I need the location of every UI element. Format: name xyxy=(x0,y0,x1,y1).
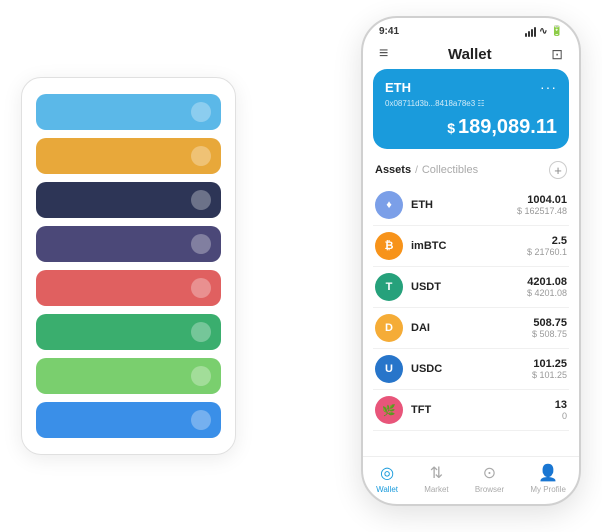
asset-amount-value: 508.75 xyxy=(532,317,567,329)
asset-row-eth[interactable]: ♦ ETH1004.01$ 162517.48 xyxy=(373,185,569,226)
asset-amount-value: 13 xyxy=(555,399,567,411)
card-item-1[interactable] xyxy=(36,138,221,174)
asset-logo-imbtc: ₿ xyxy=(375,232,403,260)
asset-amounts-eth: 1004.01$ 162517.48 xyxy=(517,194,567,216)
asset-amounts-dai: 508.75$ 508.75 xyxy=(532,317,567,339)
asset-amount-value: 2.5 xyxy=(527,235,567,247)
bottom-nav: ◎ Wallet ⇅ Market ⊙ Browser 👤 My Profile xyxy=(363,456,579,504)
asset-row-tft[interactable]: 🌿 TFT130 xyxy=(373,390,569,431)
status-time: 9:41 xyxy=(379,26,399,37)
signal-icon xyxy=(525,27,536,37)
add-asset-button[interactable]: + xyxy=(549,161,567,179)
card-item-5[interactable] xyxy=(36,314,221,350)
card-icon-0 xyxy=(191,102,211,122)
assets-header: Assets / Collectibles + xyxy=(363,157,579,185)
card-icon-5 xyxy=(191,322,211,342)
wifi-icon: ∿ xyxy=(539,26,547,37)
asset-logo-usdt: T xyxy=(375,273,403,301)
asset-usd-value: $ 101.25 xyxy=(532,370,567,380)
expand-icon[interactable]: ⊡ xyxy=(551,46,563,63)
nav-browser[interactable]: ⊙ Browser xyxy=(475,463,504,494)
market-nav-label: Market xyxy=(424,485,448,494)
card-item-3[interactable] xyxy=(36,226,221,262)
battery-icon: 🔋 xyxy=(551,26,563,37)
asset-row-usdt[interactable]: T USDT4201.08$ 4201.08 xyxy=(373,267,569,308)
nav-bar: ≡ Wallet ⊡ xyxy=(363,41,579,69)
asset-amounts-usdc: 101.25$ 101.25 xyxy=(532,358,567,380)
nav-wallet[interactable]: ◎ Wallet xyxy=(376,463,398,494)
wallet-nav-label: Wallet xyxy=(376,485,398,494)
eth-card-title: ETH xyxy=(385,80,411,95)
asset-name-usdc: USDC xyxy=(411,363,532,375)
nav-title: Wallet xyxy=(448,46,492,63)
phone-frame: 9:41 ∿ 🔋 ≡ Wallet ⊡ xyxy=(361,16,581,506)
asset-amount-value: 101.25 xyxy=(532,358,567,370)
asset-name-dai: DAI xyxy=(411,322,532,334)
asset-amount-value: 1004.01 xyxy=(517,194,567,206)
eth-card-menu[interactable]: ··· xyxy=(540,79,557,95)
asset-amounts-imbtc: 2.5$ 21760.1 xyxy=(527,235,567,257)
card-item-0[interactable] xyxy=(36,94,221,130)
asset-list: ♦ ETH1004.01$ 162517.48 ₿ imBTC2.5$ 21760.1… xyxy=(363,185,579,456)
asset-row-dai[interactable]: D DAI508.75$ 508.75 xyxy=(373,308,569,349)
status-bar: 9:41 ∿ 🔋 xyxy=(363,18,579,41)
card-icon-4 xyxy=(191,278,211,298)
asset-usd-value: $ 162517.48 xyxy=(517,206,567,216)
tab-separator: / xyxy=(415,165,418,176)
asset-row-imbtc[interactable]: ₿ imBTC2.5$ 21760.1 xyxy=(373,226,569,267)
card-item-6[interactable] xyxy=(36,358,221,394)
profile-nav-icon: 👤 xyxy=(538,463,558,483)
assets-tabs: Assets / Collectibles xyxy=(375,164,478,176)
browser-nav-label: Browser xyxy=(475,485,504,494)
nav-market[interactable]: ⇅ Market xyxy=(424,463,448,494)
asset-row-usdc[interactable]: U USDC101.25$ 101.25 xyxy=(373,349,569,390)
nav-profile[interactable]: 👤 My Profile xyxy=(530,463,566,494)
status-icons: ∿ 🔋 xyxy=(525,26,563,37)
eth-card-balance: $189,089.11 xyxy=(385,116,557,139)
card-item-4[interactable] xyxy=(36,270,221,306)
card-item-7[interactable] xyxy=(36,402,221,438)
asset-usd-value: 0 xyxy=(555,411,567,421)
asset-logo-usdc: U xyxy=(375,355,403,383)
tab-collectibles[interactable]: Collectibles xyxy=(422,164,478,176)
market-nav-icon: ⇅ xyxy=(430,463,443,483)
asset-amounts-tft: 130 xyxy=(555,399,567,421)
browser-nav-icon: ⊙ xyxy=(483,463,496,483)
asset-usd-value: $ 4201.08 xyxy=(527,288,567,298)
asset-name-tft: TFT xyxy=(411,404,555,416)
card-icon-7 xyxy=(191,410,211,430)
balance-symbol: $ xyxy=(447,120,455,136)
asset-logo-tft: 🌿 xyxy=(375,396,403,424)
asset-amount-value: 4201.08 xyxy=(527,276,567,288)
eth-card[interactable]: ETH ··· 0x08711d3b...8418a78e3 ☷ $189,08… xyxy=(373,69,569,149)
asset-name-imbtc: imBTC xyxy=(411,240,527,252)
asset-logo-dai: D xyxy=(375,314,403,342)
card-icon-1 xyxy=(191,146,211,166)
card-icon-2 xyxy=(191,190,211,210)
balance-value: 189,089.11 xyxy=(458,116,557,138)
asset-usd-value: $ 508.75 xyxy=(532,329,567,339)
card-icon-6 xyxy=(191,366,211,386)
asset-name-eth: ETH xyxy=(411,199,517,211)
card-icon-3 xyxy=(191,234,211,254)
card-stack xyxy=(21,77,236,455)
scene: 9:41 ∿ 🔋 ≡ Wallet ⊡ xyxy=(21,16,581,516)
tab-assets[interactable]: Assets xyxy=(375,164,411,176)
eth-card-address: 0x08711d3b...8418a78e3 ☷ xyxy=(385,99,557,108)
asset-amounts-usdt: 4201.08$ 4201.08 xyxy=(527,276,567,298)
asset-usd-value: $ 21760.1 xyxy=(527,247,567,257)
asset-name-usdt: USDT xyxy=(411,281,527,293)
menu-icon[interactable]: ≡ xyxy=(379,45,388,63)
asset-logo-eth: ♦ xyxy=(375,191,403,219)
profile-nav-label: My Profile xyxy=(530,485,566,494)
card-item-2[interactable] xyxy=(36,182,221,218)
wallet-nav-icon: ◎ xyxy=(380,463,394,483)
